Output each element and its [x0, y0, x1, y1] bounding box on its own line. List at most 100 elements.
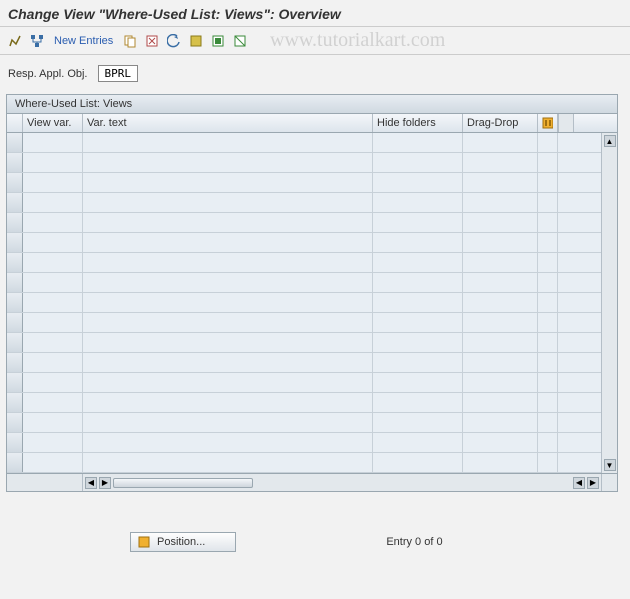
cell-hide[interactable] — [373, 413, 463, 432]
cell-view[interactable] — [23, 293, 83, 312]
change-icon[interactable] — [6, 32, 24, 50]
cell-view[interactable] — [23, 393, 83, 412]
cell-view[interactable] — [23, 453, 83, 472]
cell-hide[interactable] — [373, 433, 463, 452]
cell-hide[interactable] — [373, 453, 463, 472]
table-row[interactable] — [7, 333, 601, 353]
cell-view[interactable] — [23, 153, 83, 172]
select-all-icon[interactable] — [187, 32, 205, 50]
scroll-right-arrow-2[interactable]: ▶ — [587, 477, 599, 489]
table-row[interactable] — [7, 273, 601, 293]
row-selector[interactable] — [7, 333, 23, 352]
row-selector[interactable] — [7, 293, 23, 312]
cell-hide[interactable] — [373, 373, 463, 392]
cell-drag[interactable] — [463, 233, 538, 252]
position-button[interactable]: Position... — [130, 532, 236, 552]
scroll-down-arrow[interactable]: ▼ — [604, 459, 616, 471]
row-selector[interactable] — [7, 153, 23, 172]
row-selector[interactable] — [7, 453, 23, 472]
cell-drag[interactable] — [463, 153, 538, 172]
cell-drag[interactable] — [463, 393, 538, 412]
cell-hide[interactable] — [373, 333, 463, 352]
cell-text[interactable] — [83, 293, 373, 312]
cell-text[interactable] — [83, 173, 373, 192]
table-row[interactable] — [7, 453, 601, 473]
table-row[interactable] — [7, 373, 601, 393]
row-selector[interactable] — [7, 413, 23, 432]
scroll-right-arrow-1[interactable]: ▶ — [99, 477, 111, 489]
row-selector[interactable] — [7, 213, 23, 232]
horizontal-scrollbar[interactable]: ◀ ▶ ◀ ▶ — [7, 473, 617, 491]
cell-hide[interactable] — [373, 293, 463, 312]
cell-text[interactable] — [83, 353, 373, 372]
table-row[interactable] — [7, 253, 601, 273]
cell-text[interactable] — [83, 153, 373, 172]
cell-view[interactable] — [23, 373, 83, 392]
table-row[interactable] — [7, 293, 601, 313]
table-row[interactable] — [7, 153, 601, 173]
row-selector[interactable] — [7, 433, 23, 452]
row-selector[interactable] — [7, 233, 23, 252]
select-block-icon[interactable] — [209, 32, 227, 50]
undo-icon[interactable] — [165, 32, 183, 50]
cell-hide[interactable] — [373, 213, 463, 232]
cell-view[interactable] — [23, 233, 83, 252]
cell-text[interactable] — [83, 313, 373, 332]
row-selector[interactable] — [7, 193, 23, 212]
cell-drag[interactable] — [463, 373, 538, 392]
cell-text[interactable] — [83, 413, 373, 432]
cell-hide[interactable] — [373, 153, 463, 172]
scroll-left-arrow-1[interactable]: ◀ — [85, 477, 97, 489]
cell-hide[interactable] — [373, 313, 463, 332]
table-row[interactable] — [7, 193, 601, 213]
scroll-left-arrow-2[interactable]: ◀ — [573, 477, 585, 489]
cell-drag[interactable] — [463, 313, 538, 332]
cell-drag[interactable] — [463, 213, 538, 232]
row-selector[interactable] — [7, 353, 23, 372]
col-header-drag[interactable]: Drag-Drop — [463, 114, 538, 132]
deselect-all-icon[interactable] — [231, 32, 249, 50]
cell-hide[interactable] — [373, 253, 463, 272]
table-row[interactable] — [7, 213, 601, 233]
cell-drag[interactable] — [463, 453, 538, 472]
cell-text[interactable] — [83, 333, 373, 352]
cell-view[interactable] — [23, 313, 83, 332]
cell-drag[interactable] — [463, 413, 538, 432]
cell-hide[interactable] — [373, 233, 463, 252]
cell-hide[interactable] — [373, 273, 463, 292]
table-row[interactable] — [7, 433, 601, 453]
col-header-view[interactable]: View var. — [23, 114, 83, 132]
cell-text[interactable] — [83, 393, 373, 412]
table-row[interactable] — [7, 133, 601, 153]
scroll-thumb[interactable] — [113, 478, 253, 488]
cell-view[interactable] — [23, 353, 83, 372]
table-row[interactable] — [7, 353, 601, 373]
cell-text[interactable] — [83, 233, 373, 252]
cell-view[interactable] — [23, 333, 83, 352]
vertical-scrollbar[interactable]: ▲ ▼ — [601, 133, 617, 473]
cell-text[interactable] — [83, 253, 373, 272]
cell-drag[interactable] — [463, 333, 538, 352]
cell-view[interactable] — [23, 253, 83, 272]
row-selector[interactable] — [7, 393, 23, 412]
cell-text[interactable] — [83, 373, 373, 392]
row-selector[interactable] — [7, 313, 23, 332]
row-selector[interactable] — [7, 273, 23, 292]
cell-drag[interactable] — [463, 353, 538, 372]
cell-hide[interactable] — [373, 173, 463, 192]
cell-hide[interactable] — [373, 353, 463, 372]
cell-drag[interactable] — [463, 433, 538, 452]
new-entries-button[interactable]: New Entries — [50, 35, 117, 47]
col-header-hide[interactable]: Hide folders — [373, 114, 463, 132]
cell-drag[interactable] — [463, 293, 538, 312]
cell-view[interactable] — [23, 433, 83, 452]
table-settings-icon[interactable] — [538, 114, 558, 132]
cell-drag[interactable] — [463, 273, 538, 292]
scroll-up-arrow[interactable]: ▲ — [604, 135, 616, 147]
cell-drag[interactable] — [463, 193, 538, 212]
cell-drag[interactable] — [463, 173, 538, 192]
delete-icon[interactable] — [143, 32, 161, 50]
cell-text[interactable] — [83, 133, 373, 152]
table-row[interactable] — [7, 413, 601, 433]
table-row[interactable] — [7, 393, 601, 413]
